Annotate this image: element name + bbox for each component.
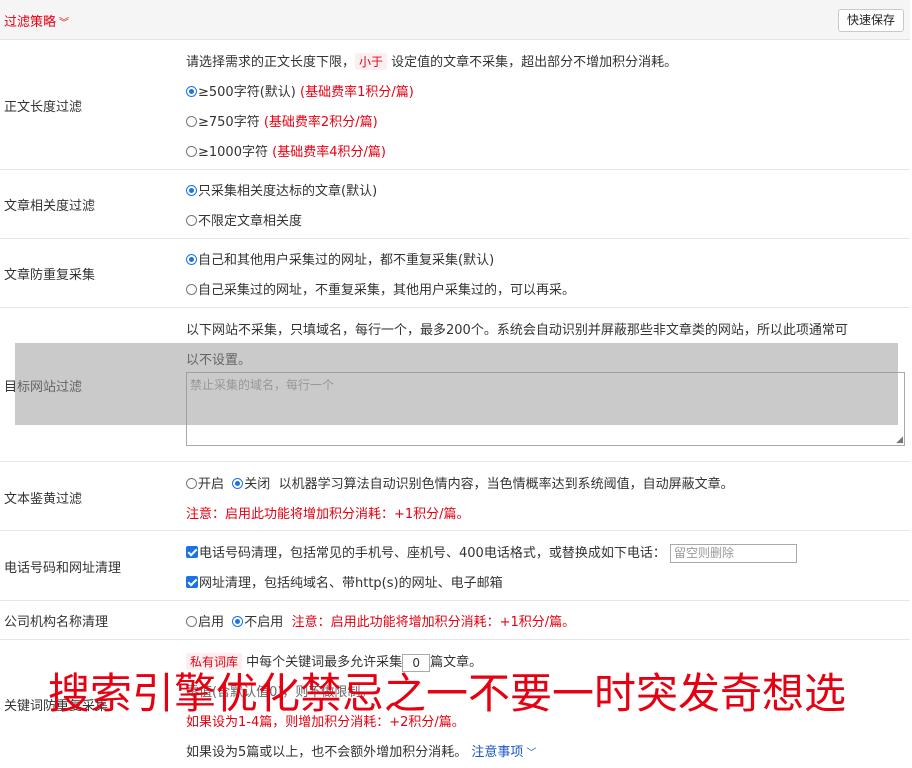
- length-option-750[interactable]: ≥750字符 (基础费率2积分/篇): [186, 111, 378, 130]
- quick-save-button[interactable]: 快速保存: [837, 9, 904, 32]
- replacement-phone-input[interactable]: 留空则删除: [669, 544, 797, 563]
- option-label: ≥750字符: [198, 115, 260, 130]
- radio-selected[interactable]: [186, 185, 197, 196]
- filter-strategy-toggle[interactable]: 过滤策略 ︾: [4, 11, 69, 30]
- watermark-text: 搜索引擎优化禁忌之一不要一时突发奇想选: [48, 669, 847, 718]
- notes-link-label: 注意事项: [471, 745, 524, 760]
- phone-filter-label: 电话号码和网址清理: [4, 561, 122, 576]
- org-option-off[interactable]: 不启用: [232, 615, 283, 630]
- radio-unselected[interactable]: [186, 116, 197, 127]
- option-label: 启用: [198, 615, 225, 630]
- duplicate-option-all[interactable]: 自己和其他用户采集过的网址，都不重复采集(默认): [186, 249, 494, 268]
- radio-selected[interactable]: [186, 254, 197, 265]
- relevance-option-unlimited[interactable]: 不限定文章相关度: [186, 210, 302, 229]
- porn-option-off[interactable]: 关闭: [232, 477, 270, 492]
- site-filter-desc-1: 以下网站不采集，只填域名，每行一个，最多200个。系统会自动识别并屏蔽那些非文章…: [186, 323, 848, 338]
- radio-selected[interactable]: [232, 478, 244, 489]
- desc-text: 请选择需求的正文长度下限，: [186, 55, 356, 70]
- filter-strategy-header: 过滤策略 ︾ 快速保存: [0, 0, 910, 40]
- length-filter-label: 正文长度过滤: [4, 100, 83, 115]
- checkbox-checked[interactable]: [186, 546, 198, 558]
- porn-filter-desc: 以机器学习算法自动识别色情内容，当色情概率达到系统阈值，自动屏蔽文章。: [278, 477, 734, 492]
- porn-filter-options: 开启 关闭 以机器学习算法自动识别色情内容，当色情概率达到系统阈值，自动屏蔽文章…: [186, 473, 734, 492]
- chevron-down-icon: ﹀: [526, 748, 537, 759]
- radio-unselected[interactable]: [186, 215, 197, 226]
- org-option-on[interactable]: 启用: [186, 615, 224, 630]
- option-label: 自己和其他用户采集过的网址，都不重复采集(默认): [198, 253, 495, 268]
- option-note: (基础费率2积分/篇): [263, 115, 378, 130]
- option-label: 不限定文章相关度: [198, 214, 303, 229]
- resize-handle-icon[interactable]: ◢: [896, 435, 903, 445]
- desc-text: 设定值的文章不采集，超出部分不增加积分消耗。: [391, 55, 678, 70]
- duplicate-filter-label: 文章防重复采集: [4, 268, 96, 283]
- url-clean-option[interactable]: 网址清理，包括纯域名、带http(s)的网址、电子邮箱: [186, 572, 503, 591]
- header-title: 过滤策略: [4, 15, 57, 30]
- option-label: 开启: [198, 477, 225, 492]
- radio-selected[interactable]: [232, 616, 244, 627]
- phone-clean-option[interactable]: 电话号码清理，包括常见的手机号、座机号、400电话格式，或替换成如下电话： 留空…: [186, 542, 797, 563]
- org-filter-note: 注意：启用此功能将增加积分消耗：+1积分/篇。: [291, 615, 576, 630]
- checkbox-checked[interactable]: [186, 576, 198, 588]
- radio-selected[interactable]: [186, 86, 197, 97]
- radio-unselected[interactable]: [186, 284, 197, 295]
- gray-overlay: [15, 343, 898, 425]
- length-option-500[interactable]: ≥500字符(默认) (基础费率1积分/篇): [186, 81, 414, 100]
- option-label: 只采集相关度达标的文章(默认): [198, 184, 378, 199]
- option-label: 不启用: [244, 615, 284, 630]
- relevance-option-qualified[interactable]: 只采集相关度达标的文章(默认): [186, 180, 377, 199]
- notes-link[interactable]: 注意事项 ﹀: [471, 745, 536, 760]
- option-label: 关闭: [244, 477, 271, 492]
- porn-filter-note: 注意：启用此功能将增加积分消耗：+1积分/篇。: [186, 507, 470, 522]
- length-filter-desc: 请选择需求的正文长度下限， 小于 设定值的文章不采集，超出部分不增加积分消耗。: [186, 51, 677, 70]
- length-option-1000[interactable]: ≥1000字符 (基础费率4积分/篇): [186, 141, 386, 160]
- radio-unselected[interactable]: [186, 146, 197, 157]
- relevance-filter-label: 文章相关度过滤: [4, 199, 96, 214]
- radio-unselected[interactable]: [186, 616, 197, 627]
- option-label: 电话号码清理，包括常见的手机号、座机号、400电话格式，或替换成如下电话：: [199, 546, 666, 561]
- org-filter-label: 公司机构名称清理: [4, 615, 109, 630]
- option-label: ≥1000字符: [198, 145, 268, 160]
- option-note: (基础费率4积分/篇): [272, 145, 386, 160]
- org-filter-options: 启用 不启用 注意：启用此功能将增加积分消耗：+1积分/篇。: [186, 611, 575, 630]
- porn-filter-label: 文本鉴黄过滤: [4, 492, 83, 507]
- porn-option-on[interactable]: 开启: [186, 477, 224, 492]
- radio-unselected[interactable]: [186, 478, 197, 489]
- chevron-down-icon: ︾: [59, 18, 70, 29]
- keyword-text: 如果设为5篇或以上，也不会额外增加积分消耗。: [186, 745, 468, 760]
- less-than-tag: 小于: [355, 53, 388, 70]
- duplicate-option-self[interactable]: 自己采集过的网址，不重复采集，其他用户采集过的，可以再采。: [186, 279, 575, 298]
- option-label: 网址清理，包括纯域名、带http(s)的网址、电子邮箱: [199, 576, 503, 591]
- option-label: ≥500字符(默认): [198, 85, 296, 100]
- option-note: (基础费率1积分/篇): [300, 85, 414, 100]
- relevance-filter-row: 文章相关度过滤: [0, 170, 910, 239]
- keyword-free-note: 如果设为5篇或以上，也不会额外增加积分消耗。 注意事项 ﹀: [186, 741, 536, 760]
- option-label: 自己采集过的网址，不重复采集，其他用户采集过的，可以再采。: [198, 283, 576, 298]
